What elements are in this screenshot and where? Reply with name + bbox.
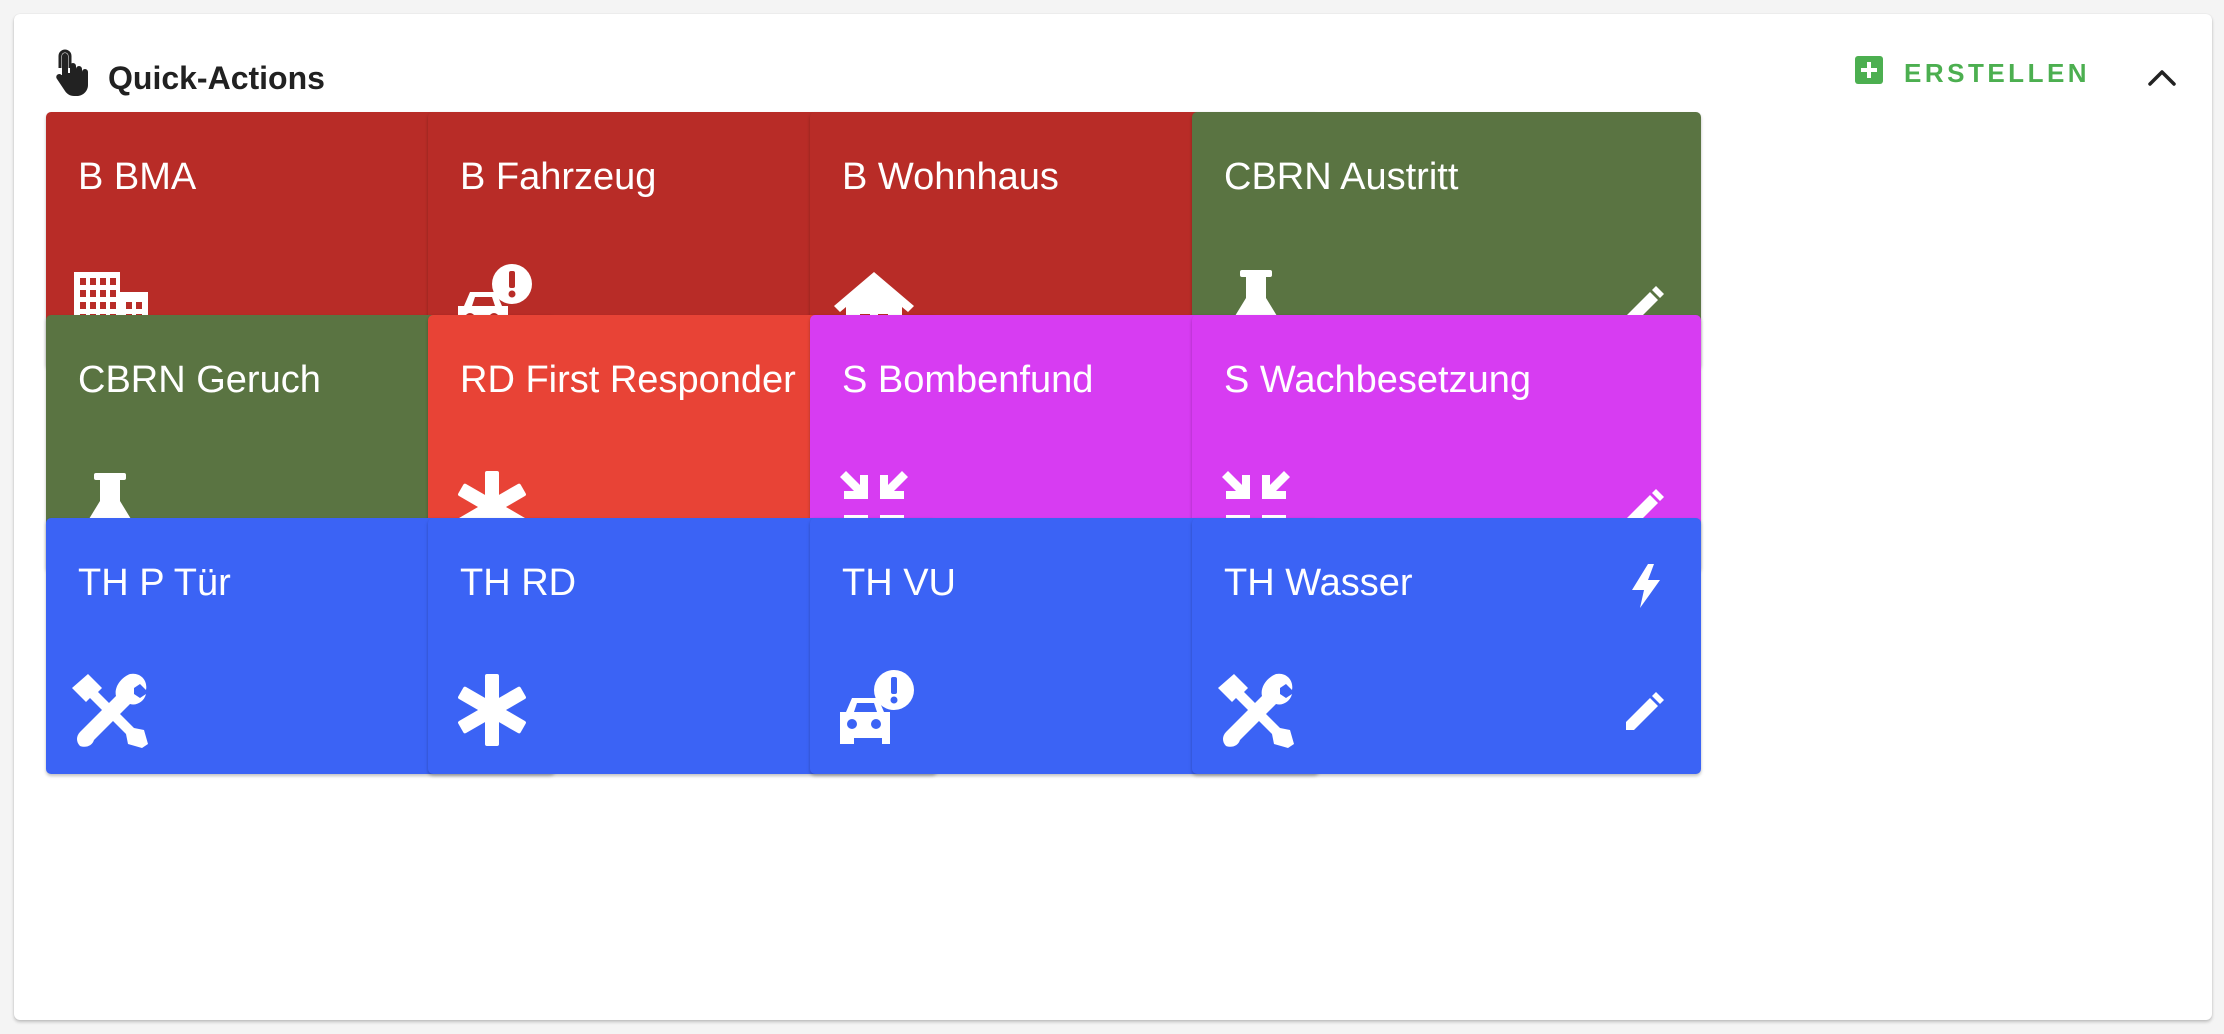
collapse-button[interactable] — [2142, 62, 2182, 94]
car-alert-icon — [832, 668, 916, 752]
create-button[interactable]: ERSTELLEN — [1854, 52, 2094, 96]
touch-app-icon — [48, 47, 94, 97]
create-button-label: ERSTELLEN — [1904, 58, 2091, 88]
quick-action-name: B BMA — [78, 156, 197, 198]
quick-action-name: B Wohnhaus — [842, 156, 1059, 198]
quick-action-name: TH VU — [842, 562, 956, 604]
quick-action-name: CBRN Geruch — [78, 359, 321, 401]
edit-icon[interactable] — [1620, 690, 1666, 736]
asterisk-icon — [450, 668, 534, 752]
add-box-icon — [1854, 55, 1884, 85]
quick-action-name: S Wachbesetzung — [1224, 359, 1531, 401]
quick-action-name: RD First Responder — [460, 359, 796, 401]
quick-action-name: TH RD — [460, 562, 577, 604]
quick-action-name: B Fahrzeug — [460, 156, 657, 198]
quick-actions-card: Quick-Actions ERSTELLEN B BMA B Fahrzeug B… — [14, 14, 2212, 1020]
quick-action-name: TH P Tür — [78, 562, 231, 604]
card-title: Quick-Actions — [108, 60, 325, 96]
quick-action-name: CBRN Austritt — [1224, 156, 1459, 198]
quick-action-name: TH Wasser — [1224, 562, 1413, 604]
quick-action-name: S Bombenfund — [842, 359, 1094, 401]
chevron-up-icon — [2142, 62, 2182, 94]
tools-icon — [1214, 668, 1298, 752]
tools-icon — [68, 668, 152, 752]
flash-icon — [1626, 562, 1666, 610]
quick-action-tile[interactable]: TH Wasser — [1192, 518, 1701, 774]
